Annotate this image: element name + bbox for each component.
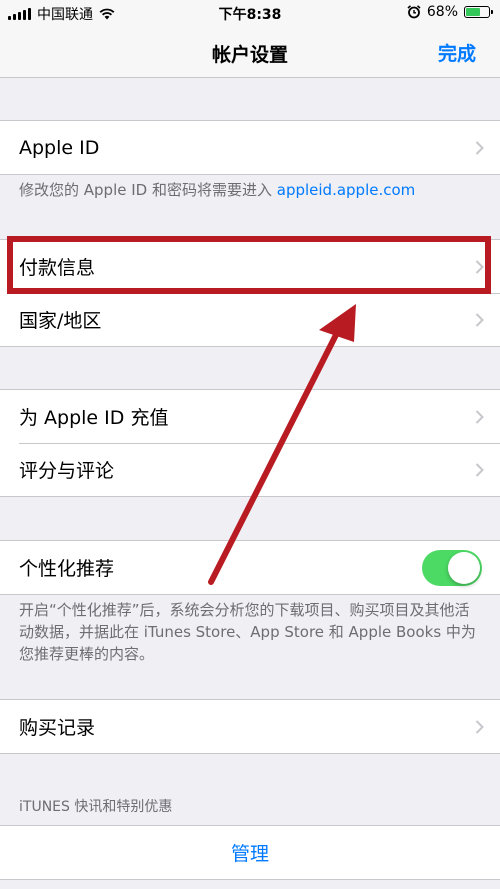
chevron-right-icon: [475, 409, 484, 424]
status-bar: 中国联通 下午8:38 68%: [0, 0, 500, 26]
chevron-right-icon: [475, 140, 484, 155]
chevron-right-icon: [475, 259, 484, 274]
apple-id-row[interactable]: Apple ID: [0, 121, 500, 174]
payment-info-label: 付款信息: [19, 257, 96, 279]
country-region-label: 国家/地区: [19, 310, 102, 332]
payment-region-group: 付款信息 国家/地区: [0, 239, 500, 347]
chevron-right-icon: [475, 462, 484, 477]
itunes-section-header: iTUNES 快讯和特别优惠: [19, 799, 173, 815]
purchase-history-group: 购买记录: [0, 699, 500, 754]
personalized-row: 个性化推荐: [0, 541, 500, 594]
personalized-footnote: 开启“个性化推荐”后，系统会分析您的下载项目、购买项目及其他活动数据，并据此在 …: [19, 601, 476, 663]
topup-row[interactable]: 为 Apple ID 充值: [0, 390, 500, 443]
alarm-icon: [407, 5, 421, 19]
ratings-reviews-row[interactable]: 评分与评论: [0, 443, 500, 496]
battery-percent: 68%: [426, 4, 458, 20]
status-right: 68%: [407, 4, 493, 20]
apple-id-footnote: 修改您的 Apple ID 和密码将需要进入 appleid.apple.com: [19, 179, 482, 201]
chevron-right-icon: [475, 312, 484, 327]
apple-id-footnote-text: 修改您的 Apple ID 和密码将需要进入: [19, 181, 277, 199]
purchase-history-label: 购买记录: [19, 717, 96, 739]
page-title: 帐户设置: [211, 44, 288, 66]
apple-id-label: Apple ID: [19, 136, 100, 159]
battery-icon: [464, 6, 493, 18]
topup-label: 为 Apple ID 充值: [19, 407, 169, 429]
payment-info-row[interactable]: 付款信息: [0, 240, 500, 293]
topup-ratings-group: 为 Apple ID 充值 评分与评论: [0, 389, 500, 497]
personalized-label: 个性化推荐: [19, 558, 115, 580]
navigation-bar: 帐户设置 完成: [0, 26, 500, 78]
done-button[interactable]: 完成: [438, 39, 476, 66]
itunes-group: 管理: [0, 825, 500, 880]
purchase-history-row[interactable]: 购买记录: [0, 700, 500, 753]
chevron-right-icon: [475, 719, 484, 734]
toggle-knob: [448, 551, 480, 584]
personalized-group: 个性化推荐: [0, 540, 500, 595]
apple-id-group: Apple ID: [0, 120, 500, 175]
country-region-row[interactable]: 国家/地区: [0, 293, 500, 346]
ratings-reviews-label: 评分与评论: [19, 460, 115, 482]
appleid-link[interactable]: appleid.apple.com: [277, 181, 416, 199]
personalized-toggle[interactable]: [422, 549, 482, 586]
manage-button[interactable]: 管理: [0, 826, 500, 879]
